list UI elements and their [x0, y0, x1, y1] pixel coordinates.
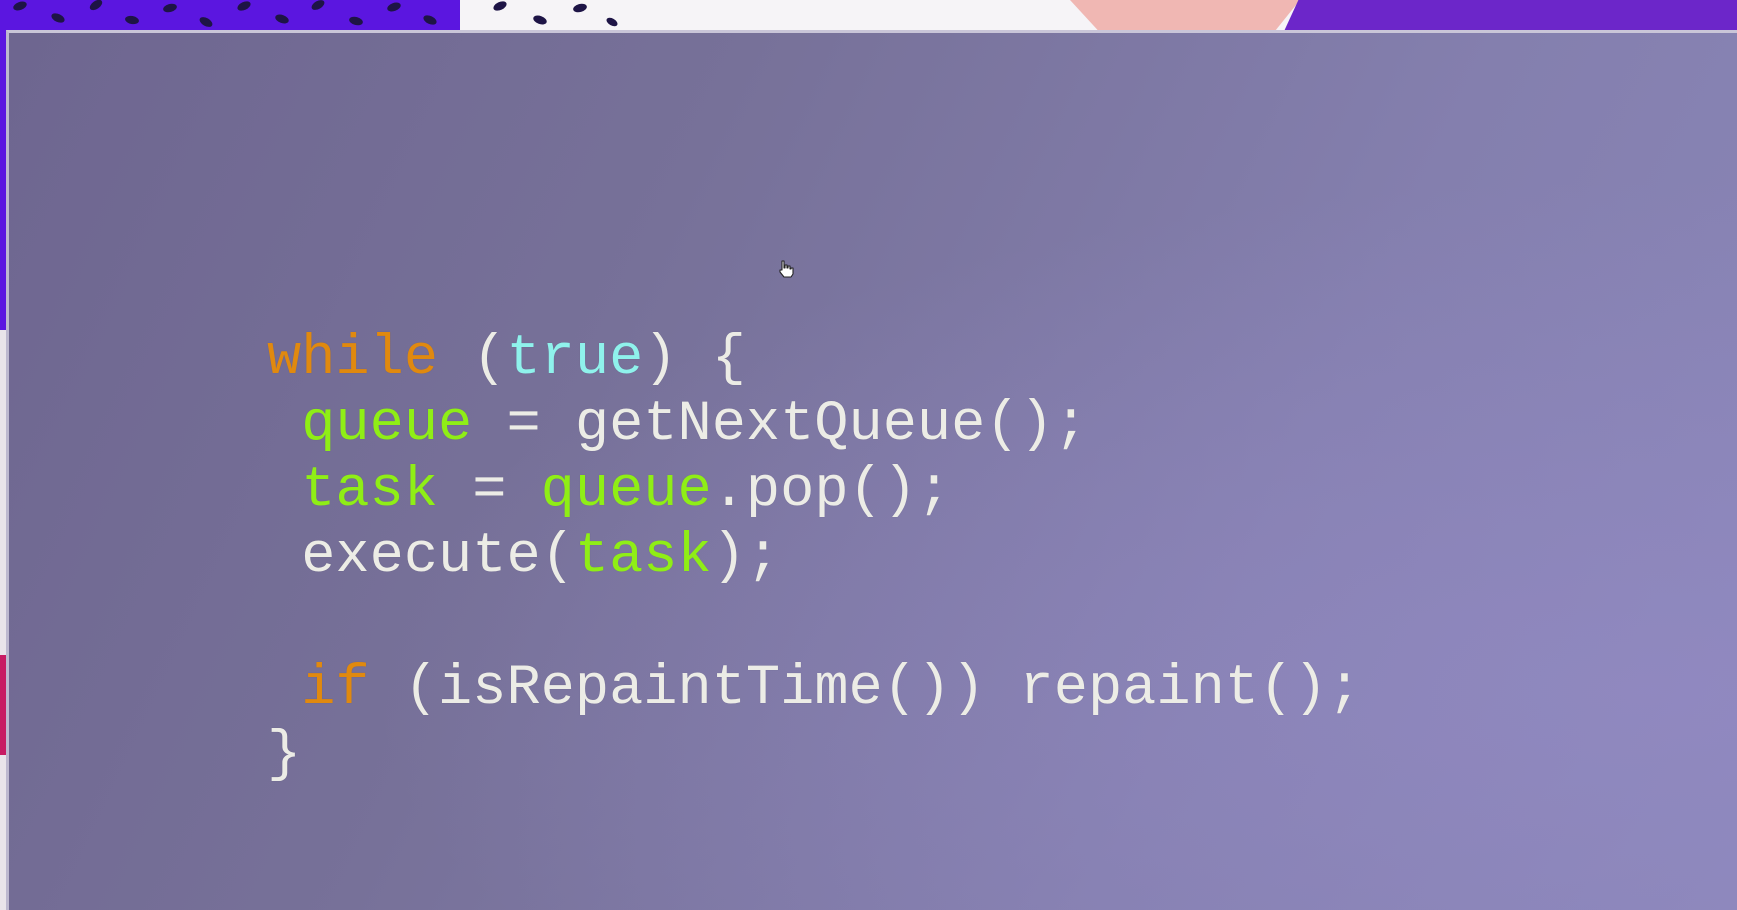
code-token-kw: while [267, 327, 439, 391]
code-token-var: queue [540, 459, 712, 523]
code-token-var: task [574, 525, 712, 589]
code-token-plain: = [438, 459, 541, 523]
code-token-kw: if [301, 657, 370, 721]
code-token-plain: ( [438, 327, 507, 391]
code-token-plain: .pop(); [711, 459, 952, 523]
code-token-plain: execute( [267, 525, 575, 589]
code-token-var: queue [301, 393, 473, 457]
code-line: while (true) { [267, 326, 1362, 392]
code-line: queue = getNextQueue(); [267, 392, 1362, 458]
code-line: execute(task); [267, 524, 1362, 590]
code-token-plain: ); [711, 525, 781, 589]
code-token-lit: true [506, 327, 644, 391]
code-snippet: while (true) { queue = getNextQueue(); t… [267, 326, 1362, 788]
code-line: if (isRepaintTime()) repaint(); [267, 656, 1362, 722]
code-token-plain: (isRepaintTime()) repaint(); [369, 657, 1362, 721]
hand-pointer-icon [779, 260, 794, 278]
code-token-var: task [301, 459, 439, 523]
code-token-plain: ) { [643, 327, 746, 391]
code-line: task = queue.pop(); [267, 458, 1362, 524]
code-token-plain: = getNextQueue(); [472, 393, 1088, 457]
presentation-slide: while (true) { queue = getNextQueue(); t… [6, 30, 1737, 910]
code-token-plain: } [267, 723, 302, 787]
code-line: } [267, 722, 1362, 788]
